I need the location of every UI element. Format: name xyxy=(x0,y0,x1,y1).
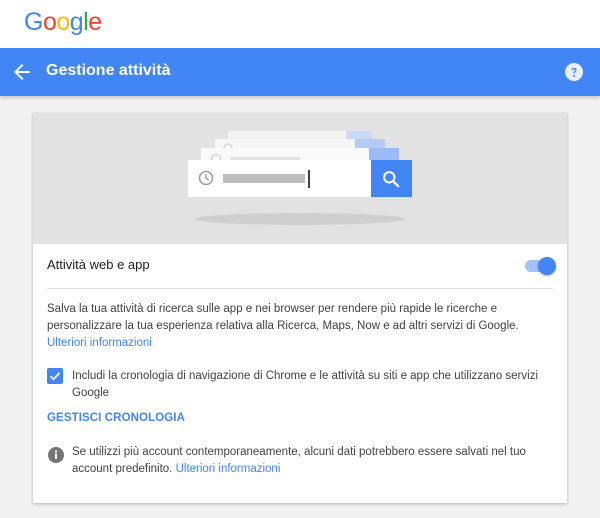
logo-letter: o xyxy=(42,8,57,36)
notice-text: Se utilizzi più account contemporaneamen… xyxy=(72,446,526,475)
help-icon[interactable] xyxy=(565,63,583,81)
google-logo[interactable]: Google xyxy=(24,8,102,37)
description-text: Salva la tua attività di ricerca sulle a… xyxy=(47,303,519,332)
checkmark-icon xyxy=(49,372,61,381)
arrow-left-icon[interactable] xyxy=(10,60,34,84)
top-header: Google xyxy=(0,0,600,48)
learn-more-link[interactable]: Ulteriori informazioni xyxy=(47,337,152,349)
activity-card: Attività web e app Salva la tua attività… xyxy=(33,113,567,503)
text-cursor xyxy=(308,170,310,188)
logo-letter: G xyxy=(24,8,43,36)
logo-letter: o xyxy=(56,8,70,36)
search-icon xyxy=(381,169,401,189)
logo-letter: e xyxy=(88,8,102,36)
checkbox-label[interactable]: Includi la cronologia di navigazione di … xyxy=(72,368,542,402)
app-bar: Gestione attività xyxy=(0,48,600,96)
multi-account-notice: Se utilizzi più account contemporaneamen… xyxy=(72,444,542,478)
search-history-illustration xyxy=(33,113,567,244)
activity-toggle[interactable] xyxy=(525,257,556,275)
info-icon xyxy=(47,446,65,464)
manage-history-button[interactable]: GESTISCI CRONOLOGIA xyxy=(47,412,185,424)
page-title: Gestione attività xyxy=(46,62,171,79)
setting-title: Attività web e app xyxy=(47,257,150,272)
setting-description: Salva la tua attività di ricerca sulle a… xyxy=(47,301,553,352)
logo-letter: g xyxy=(69,8,84,36)
toggle-thumb xyxy=(538,257,556,275)
notice-learn-more-link[interactable]: Ulteriori informazioni xyxy=(176,463,281,475)
divider xyxy=(47,288,553,289)
clock-icon xyxy=(197,169,215,187)
chrome-history-checkbox[interactable] xyxy=(47,368,63,384)
search-query-placeholder xyxy=(223,174,305,183)
